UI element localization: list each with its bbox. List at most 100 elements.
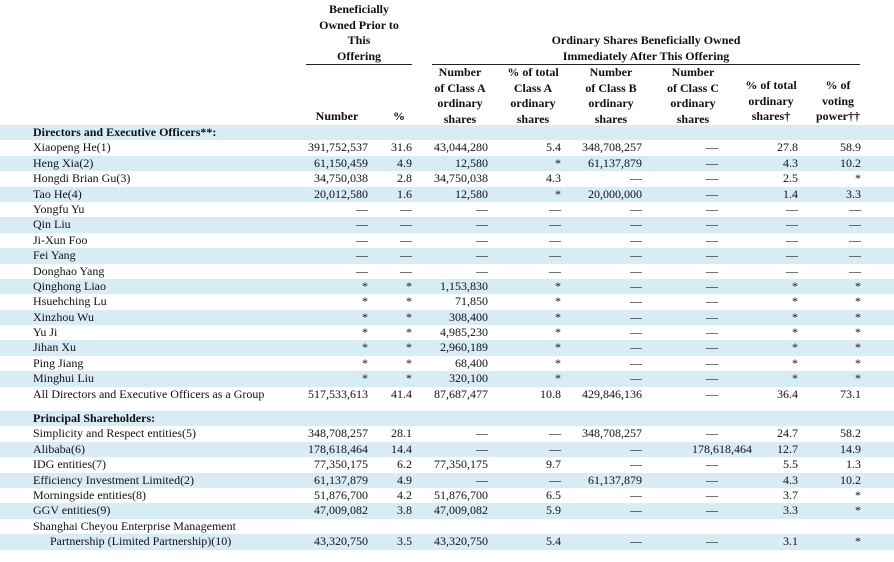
- row-label: Ping Jiang: [33, 355, 84, 370]
- cell-class-a-number: —: [476, 248, 488, 263]
- cell-voting-power: *: [855, 503, 861, 518]
- cell-class-b-number: 61,137,879: [588, 472, 642, 487]
- header-text: Ordinary Shares Beneficially Owned: [551, 33, 741, 47]
- header-text: shares†: [751, 109, 791, 123]
- cell-class-b-number: —: [630, 309, 642, 324]
- cell-percent-prior: *: [406, 355, 412, 370]
- cell-class-a-number: —: [476, 472, 488, 487]
- header-text: Immediately After This Offering: [562, 48, 730, 63]
- cell-class-c-number: —: [706, 472, 718, 487]
- row-label: Partnership (Limited Partnership)(10): [50, 534, 232, 549]
- cell-voting-power: 10.2: [840, 155, 861, 170]
- cell-percent-prior: *: [406, 325, 412, 340]
- cell-percent-prior: —: [400, 217, 412, 232]
- cell-class-a-number: 47,009,082: [434, 503, 488, 518]
- cell-number-prior: —: [356, 201, 368, 216]
- cell-total-percent: 27.8: [777, 140, 798, 155]
- header-text: voting: [821, 93, 854, 108]
- header-text: Number: [671, 65, 715, 79]
- section-header-row: Principal Shareholders:: [0, 411, 894, 427]
- cell-class-a-percent: *: [555, 309, 561, 324]
- cell-class-b-number: 429,846,136: [582, 386, 642, 401]
- cell-class-c-number: —: [706, 325, 718, 340]
- cell-class-c-number: —: [706, 201, 718, 216]
- section-header-row: Directors and Executive Officers**:: [0, 125, 894, 141]
- cell-total-percent: *: [792, 355, 798, 370]
- cell-percent-prior: 2.8: [397, 171, 412, 186]
- cell-class-b-number: 348,708,257: [582, 140, 642, 155]
- cell-class-a-percent: *: [555, 340, 561, 355]
- cell-class-a-percent: 6.5: [546, 487, 561, 502]
- cell-number-prior: 20,012,580: [314, 186, 368, 201]
- cell-class-a-percent: 4.3: [546, 171, 561, 186]
- table-row: Yu Ji * * 4,985,230 * — — * *: [0, 325, 894, 340]
- cell-voting-power: *: [855, 294, 861, 309]
- header-text: Class A: [513, 80, 553, 95]
- cell-class-c-number: 178,618,464: [692, 441, 752, 456]
- row-label: Tao He(4): [33, 186, 82, 201]
- cell-percent-prior: *: [406, 371, 412, 386]
- cell-class-b-number: —: [630, 503, 642, 518]
- cell-class-a-number: —: [476, 263, 488, 278]
- cell-percent-prior: —: [400, 248, 412, 263]
- header-text: of Class B: [585, 80, 637, 95]
- cell-percent-prior: *: [406, 340, 412, 355]
- cell-class-a-number: 43,320,750: [434, 534, 488, 549]
- cell-class-a-percent: *: [555, 355, 561, 370]
- cell-class-b-number: —: [630, 217, 642, 232]
- cell-class-c-number: —: [706, 426, 718, 441]
- section-title: Principal Shareholders:: [33, 411, 156, 426]
- cell-class-b-number: 20,000,000: [588, 186, 642, 201]
- row-label: Hongdi Brian Gu(3): [33, 171, 131, 186]
- row-label: Yongfu Yu: [33, 201, 85, 216]
- header-text: Number: [438, 65, 482, 79]
- cell-class-a-percent: —: [549, 232, 561, 247]
- cell-class-a-number: 4,985,230: [440, 325, 488, 340]
- cell-voting-power: 14.9: [840, 441, 861, 456]
- cell-class-a-percent: 9.7: [546, 457, 561, 472]
- cell-class-a-percent: —: [549, 263, 561, 278]
- row-label: Xiaopeng He(1): [33, 140, 111, 155]
- row-label: Qin Liu: [33, 217, 71, 232]
- cell-voting-power: *: [855, 325, 861, 340]
- cell-class-a-number: 2,960,189: [440, 340, 488, 355]
- cell-class-a-number: —: [476, 201, 488, 216]
- table-row: Morningside entities(8) 51,876,700 4.2 51,8…: [0, 488, 894, 503]
- table-row: Hsuehching Lu * * 71,850 * — — * *: [0, 294, 894, 309]
- col-header-class-a-percent: % of total Class A ordinary shares: [505, 65, 561, 127]
- cell-total-percent: 3.7: [783, 487, 798, 502]
- cell-voting-power: —: [849, 232, 861, 247]
- header-group-prior: Beneficially Owned Prior to This Offerin…: [306, 2, 412, 64]
- cell-class-a-percent: 5.9: [546, 503, 561, 518]
- cell-class-a-number: 43,044,280: [434, 140, 488, 155]
- cell-number-prior: —: [356, 263, 368, 278]
- cell-class-a-number: 12,580: [455, 155, 488, 170]
- header-text: % of total: [745, 78, 797, 92]
- table-row: Donghao Yang — — — — — — — —: [0, 264, 894, 279]
- row-label: Heng Xia(2): [33, 155, 94, 170]
- cell-class-a-number: 87,687,477: [434, 386, 488, 401]
- cell-class-a-number: —: [476, 217, 488, 232]
- cell-class-b-number: —: [630, 248, 642, 263]
- cell-percent-prior: 6.2: [397, 457, 412, 472]
- cell-class-b-number: —: [630, 263, 642, 278]
- cell-class-c-number: —: [706, 217, 718, 232]
- table-row: Tao He(4) 20,012,580 1.6 12,580 * 20,000,000 —…: [0, 186, 894, 202]
- cell-class-a-number: 51,876,700: [434, 487, 488, 502]
- cell-voting-power: —: [849, 201, 861, 216]
- cell-total-percent: 3.1: [783, 534, 798, 549]
- cell-number-prior: 391,752,537: [308, 140, 368, 155]
- cell-voting-power: *: [855, 371, 861, 386]
- header-text: Number: [589, 65, 633, 79]
- cell-percent-prior: 3.8: [397, 503, 412, 518]
- header-rule: [306, 64, 412, 65]
- cell-class-a-percent: *: [555, 325, 561, 340]
- header-text: Number: [315, 109, 359, 123]
- cell-class-b-number: —: [630, 278, 642, 293]
- header-text: of Class A: [434, 80, 486, 95]
- cell-class-c-number: —: [706, 309, 718, 324]
- cell-class-c-number: —: [706, 487, 718, 502]
- cell-percent-prior: 4.2: [397, 487, 412, 502]
- cell-total-percent: 4.3: [783, 155, 798, 170]
- header-text: Owned Prior to: [319, 17, 399, 32]
